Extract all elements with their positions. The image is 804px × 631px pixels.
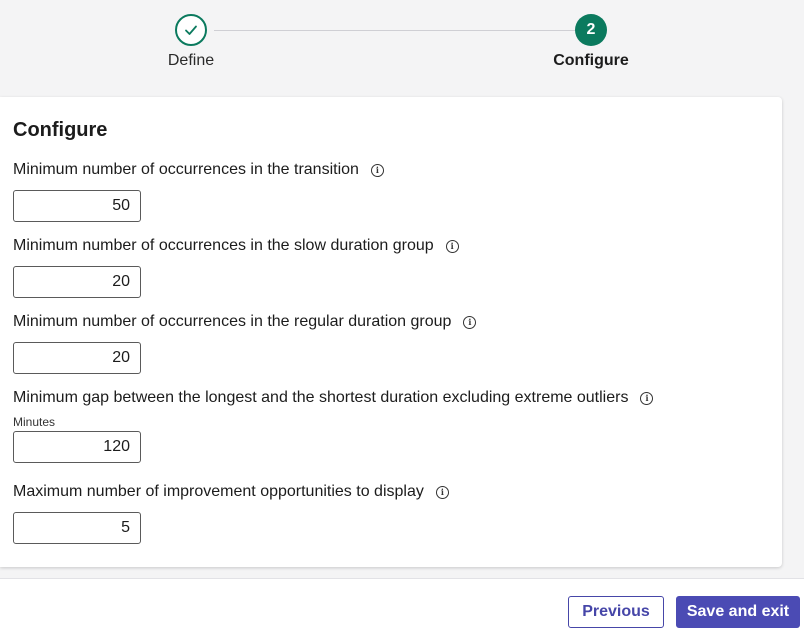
field-min-occurrences-transition: Minimum number of occurrences in the tra…	[13, 161, 384, 222]
footer-bar: Previous Save and exit	[0, 578, 804, 631]
info-icon[interactable]: i	[370, 163, 384, 177]
info-icon[interactable]: i	[463, 315, 477, 329]
field-label: Minimum number of occurrences in the slo…	[13, 237, 434, 254]
step-configure-number: 2	[575, 14, 607, 46]
previous-button[interactable]: Previous	[568, 596, 664, 628]
card-title: Configure	[13, 119, 108, 141]
info-icon[interactable]: i	[445, 239, 459, 253]
stepper: Define 2 Configure	[0, 0, 804, 96]
step-define-label[interactable]: Define	[121, 52, 261, 70]
configure-card: Configure Minimum number of occurrences …	[0, 97, 782, 567]
field-max-improvement-opportunities: Maximum number of improvement opportunit…	[13, 483, 449, 544]
info-icon[interactable]: i	[435, 485, 449, 499]
field-label: Maximum number of improvement opportunit…	[13, 483, 424, 500]
field-label: Minimum number of occurrences in the tra…	[13, 161, 359, 178]
max-improvement-opportunities-input[interactable]	[13, 512, 141, 544]
field-min-occurrences-regular: Minimum number of occurrences in the reg…	[13, 313, 477, 374]
field-label: Minimum gap between the longest and the …	[13, 389, 629, 406]
min-occurrences-transition-input[interactable]	[13, 190, 141, 222]
stepper-connector-line	[214, 30, 576, 31]
info-icon[interactable]: i	[640, 391, 654, 405]
check-icon	[185, 25, 197, 35]
step-define-check-icon[interactable]	[175, 14, 207, 46]
save-and-exit-button[interactable]: Save and exit	[676, 596, 800, 628]
min-gap-duration-input[interactable]	[13, 431, 141, 463]
step-configure-label: Configure	[553, 52, 629, 69]
min-occurrences-slow-input[interactable]	[13, 266, 141, 298]
field-min-gap-duration: Minimum gap between the longest and the …	[13, 389, 654, 463]
unit-label: Minutes	[13, 415, 56, 429]
field-label: Minimum number of occurrences in the reg…	[13, 313, 452, 330]
min-occurrences-regular-input[interactable]	[13, 342, 141, 374]
field-min-occurrences-slow: Minimum number of occurrences in the slo…	[13, 237, 459, 298]
